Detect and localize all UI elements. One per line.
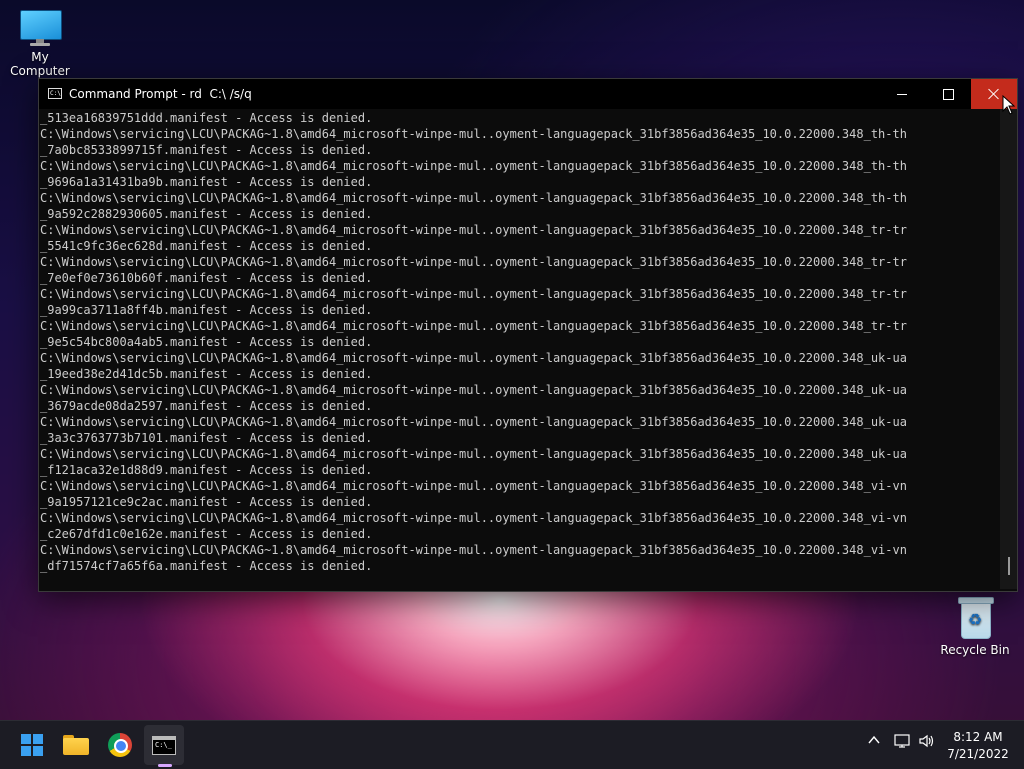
console-line: C:\Windows\servicing\LCU\PACKAG~1.8\amd6…: [40, 447, 907, 461]
desktop-icon-label: My Computer: [10, 50, 70, 78]
console-line: C:\Windows\servicing\LCU\PACKAG~1.8\amd6…: [40, 223, 907, 237]
console-line: _3679acde08da2597.manifest - Access is d…: [40, 399, 373, 413]
console-line: _9a1957121ce9c2ac.manifest - Access is d…: [40, 495, 373, 509]
console-line: _513ea16839751ddd.manifest - Access is d…: [40, 111, 373, 125]
maximize-button[interactable]: [925, 79, 971, 109]
chevron-up-icon: [868, 735, 880, 744]
show-hidden-icons-button[interactable]: [867, 733, 881, 751]
console-line: C:\Windows\servicing\LCU\PACKAG~1.8\amd6…: [40, 415, 907, 429]
taskbar-file-explorer[interactable]: [56, 725, 96, 765]
network-icon: [894, 734, 910, 748]
console-line: C:\Windows\servicing\LCU\PACKAG~1.8\amd6…: [40, 319, 907, 333]
network-button[interactable]: [894, 733, 912, 753]
cmd-icon: C:\_: [152, 735, 176, 755]
command-prompt-window[interactable]: C:\ Command Prompt - rd C:\ /s/q _513ea1…: [38, 78, 1018, 592]
console-output[interactable]: _513ea16839751ddd.manifest - Access is d…: [39, 109, 999, 590]
console-line: C:\Windows\servicing\LCU\PACKAG~1.8\amd6…: [40, 127, 907, 141]
active-app-indicator: [158, 764, 172, 767]
desktop-icon-my-computer[interactable]: My Computer: [0, 10, 80, 78]
console-line: _9a99ca3711a8ff4b.manifest - Access is d…: [40, 303, 373, 317]
vertical-scrollbar[interactable]: [1000, 109, 1017, 589]
taskbar-command-prompt[interactable]: C:\_: [144, 725, 184, 765]
chrome-icon: [108, 733, 132, 757]
taskbar-chrome[interactable]: [100, 725, 140, 765]
minimize-icon: [897, 93, 907, 95]
window-titlebar[interactable]: C:\ Command Prompt - rd C:\ /s/q: [39, 79, 1017, 109]
console-line: C:\Windows\servicing\LCU\PACKAG~1.8\amd6…: [40, 511, 907, 525]
console-line: _9e5c54bc800a4ab5.manifest - Access is d…: [40, 335, 373, 349]
start-button[interactable]: [12, 725, 52, 765]
console-line: _f121aca32e1d88d9.manifest - Access is d…: [40, 463, 373, 477]
console-line: C:\Windows\servicing\LCU\PACKAG~1.8\amd6…: [40, 191, 907, 205]
console-line: C:\Windows\servicing\LCU\PACKAG~1.8\amd6…: [40, 543, 907, 557]
close-icon: [988, 88, 1000, 100]
folder-icon: [63, 735, 89, 755]
clock-time: 8:12 AM: [953, 730, 1003, 744]
console-line: _5541c9fc36ec628d.manifest - Access is d…: [40, 239, 373, 253]
console-line: _c2e67dfd1c0e162e.manifest - Access is d…: [40, 527, 373, 541]
console-line: _19eed38e2d41dc5b.manifest - Access is d…: [40, 367, 373, 381]
taskbar: C:\_ 8:12 AM 7/21/2022: [0, 720, 1024, 769]
scrollbar-thumb[interactable]: [1008, 557, 1010, 575]
console-line: _9696a1a31431ba9b.manifest - Access is d…: [40, 175, 373, 189]
window-title: Command Prompt - rd C:\ /s/q: [69, 87, 252, 101]
windows-logo-icon: [21, 734, 43, 756]
console-line: C:\Windows\servicing\LCU\PACKAG~1.8\amd6…: [40, 351, 907, 365]
console-line: C:\Windows\servicing\LCU\PACKAG~1.8\amd6…: [40, 159, 907, 173]
desktop-icon-recycle-bin[interactable]: ♻ Recycle Bin: [935, 597, 1015, 657]
computer-icon: [18, 10, 62, 46]
console-line: C:\Windows\servicing\LCU\PACKAG~1.8\amd6…: [40, 383, 907, 397]
cmd-icon: C:\: [48, 88, 62, 99]
recycle-bin-icon: ♻: [957, 597, 994, 639]
console-line: _7a0bc8533899715f.manifest - Access is d…: [40, 143, 373, 157]
maximize-icon: [942, 88, 954, 100]
desktop-icon-label: Recycle Bin: [940, 643, 1010, 657]
console-line: _9a592c2882930605.manifest - Access is d…: [40, 207, 373, 221]
console-line: C:\Windows\servicing\LCU\PACKAG~1.8\amd6…: [40, 255, 907, 269]
minimize-button[interactable]: [879, 79, 925, 109]
console-line: C:\Windows\servicing\LCU\PACKAG~1.8\amd6…: [40, 287, 907, 301]
taskbar-clock[interactable]: 8:12 AM 7/21/2022: [938, 729, 1018, 763]
volume-icon: [919, 734, 934, 748]
console-line: C:\Windows\servicing\LCU\PACKAG~1.8\amd6…: [40, 479, 907, 493]
console-line: _df71574cf7a65f6a.manifest - Access is d…: [40, 559, 373, 573]
console-line: _7e0ef0e73610b60f.manifest - Access is d…: [40, 271, 373, 285]
clock-date: 7/21/2022: [947, 747, 1009, 761]
volume-button[interactable]: [918, 733, 936, 753]
console-line: _3a3c3763773b7101.manifest - Access is d…: [40, 431, 373, 445]
